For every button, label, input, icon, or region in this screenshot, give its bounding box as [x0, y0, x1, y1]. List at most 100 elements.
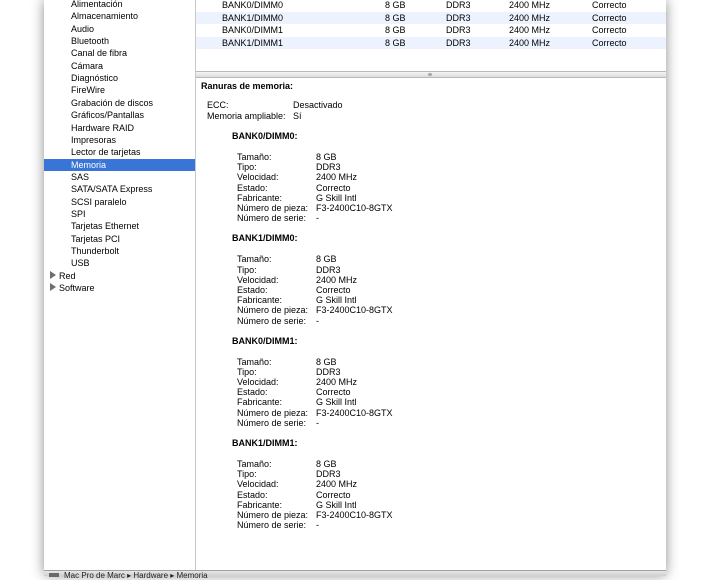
sidebar-item-sas[interactable]: SAS [44, 171, 195, 183]
slot-field-value: DDR3 [316, 366, 341, 377]
status-bar: Mac Pro de Marc ▸ Hardware ▸ Memoria [44, 570, 666, 580]
sidebar: Alimentación Almacenamiento Audio Bluetooth… [44, 0, 196, 570]
slot-name: BANK0/DIMM0: [232, 131, 298, 141]
slot-field-label: Velocidad: [237, 172, 279, 183]
sidebar-item-tarjetas-ethernet[interactable]: Tarjetas Ethernet [44, 220, 195, 232]
sidebar-item-almacenamiento[interactable]: Almacenamiento [44, 10, 195, 22]
slot-field-value: 8 GB [316, 254, 337, 265]
slot-field-value: F3-2400C10-8GTX [316, 203, 393, 213]
slot-field-value: - [316, 520, 319, 531]
slot-field-value: F3-2400C10-8GTX [316, 509, 393, 520]
sidebar-item-audio[interactable]: Audio [44, 23, 195, 35]
table-cell: Correcto [592, 0, 627, 10]
slot-field-label: Número de serie: [237, 213, 307, 224]
slot-field-value: DDR3 [316, 469, 341, 480]
upgradeable-label: Memoria ampliable: [207, 111, 286, 121]
sidebar-group-label: Software [59, 283, 95, 294]
slot-field-label: Tamaño: [237, 356, 272, 367]
slot-field-label: Velocidad: [237, 377, 279, 387]
table-cell: 8 GB [385, 0, 406, 10]
slot-field-label: Estado: [237, 387, 268, 398]
sidebar-group-red[interactable]: Red [44, 270, 76, 282]
sidebar-item-tarjetas-pci[interactable]: Tarjetas PCI [44, 233, 195, 245]
slot-field-label: Estado: [237, 182, 268, 193]
sidebar-group-software[interactable]: Software [44, 282, 95, 294]
slot-name: BANK0/DIMM1: [232, 335, 298, 346]
sidebar-item-scsi-paralelo[interactable]: SCSI paralelo [44, 196, 195, 208]
table-cell: BANK0/DIMM0 [222, 0, 284, 10]
table-row[interactable]: BANK1/DIMM0 8 GB DDR3 2400 MHz Correcto [196, 11, 666, 24]
table-cell: DDR3 [446, 0, 471, 10]
sidebar-item-grabaci-n-de-discos[interactable]: Grabación de discos [44, 97, 195, 109]
slot-field-value: DDR3 [316, 162, 341, 173]
slot-field-value: Correcto [316, 284, 351, 295]
slot-field-value: G Skill Intl [316, 192, 357, 203]
slot-field-label: Tipo: [237, 366, 257, 377]
table-cell: BANK1/DIMM1 [222, 37, 284, 48]
content-pane: BANK0/DIMM0 8 GB DDR3 2400 MHz Correcto BANK1… [196, 0, 666, 570]
slot-field-value: 2400 MHz [316, 377, 358, 387]
disclosure-triangle-icon[interactable] [50, 270, 56, 279]
sidebar-item-firewire[interactable]: FireWire [44, 84, 195, 96]
sidebar-item-memoria[interactable]: Memoria [44, 158, 195, 171]
slot-field-value: 2400 MHz [316, 172, 358, 183]
pane-splitter[interactable] [196, 71, 666, 78]
slot-field-label: Estado: [237, 489, 268, 500]
slot-field-value: 8 GB [316, 356, 337, 367]
sidebar-item-usb[interactable]: USB [44, 257, 195, 269]
sidebar-item-lector-de-tarjetas[interactable]: Lector de tarjetas [44, 146, 195, 158]
table-cell: BANK0/DIMM1 [222, 25, 284, 35]
slot-field-value: Correcto [316, 387, 351, 398]
table-cell: 2400 MHz [509, 25, 551, 35]
table-row[interactable]: BANK1/DIMM1 8 GB DDR3 2400 MHz Correcto [196, 36, 666, 49]
ecc-label: ECC: [207, 100, 229, 110]
slot-field-value: G Skill Intl [316, 397, 357, 408]
slot-field-value: 8 GB [316, 458, 337, 469]
table-cell: DDR3 [446, 12, 471, 23]
sidebar-item-impresoras[interactable]: Impresoras [44, 134, 195, 146]
table-cell: 8 GB [385, 25, 406, 35]
slot-field-label: Tamaño: [237, 254, 272, 265]
slot-field-value: 2400 MHz [316, 479, 358, 490]
slot-field-label: Velocidad: [237, 274, 279, 285]
sidebar-item-alimentaci-n[interactable]: Alimentación [44, 0, 195, 10]
detail-heading: Ranuras de memoria: [201, 81, 294, 91]
table-cell: 2400 MHz [509, 12, 551, 23]
sidebar-item-c-mara[interactable]: Cámara [44, 60, 195, 72]
slot-field-label: Tamaño: [237, 152, 272, 162]
splitter-grip-icon [428, 73, 432, 76]
slot-field-label: Tipo: [237, 264, 257, 275]
slot-field-value: - [316, 315, 319, 326]
disclosure-triangle-icon[interactable] [50, 283, 56, 292]
table-row[interactable]: BANK0/DIMM1 8 GB DDR3 2400 MHz Correcto [196, 24, 666, 37]
slot-field-label: Número de pieza: [237, 407, 309, 418]
sidebar-item-spi[interactable]: SPI [44, 208, 195, 220]
memory-detail: Ranuras de memoria: ECC: Desactivado Mem… [196, 78, 666, 570]
slot-field-label: Fabricante: [237, 397, 283, 408]
sidebar-item-sata-sata-express[interactable]: SATA/SATA Express [44, 183, 195, 195]
sidebar-item-canal-de-fibra[interactable]: Canal de fibra [44, 47, 195, 59]
slot-field-value: - [316, 417, 319, 428]
table-cell: 8 GB [385, 37, 406, 48]
slot-field-value: 2400 MHz [316, 274, 358, 285]
sidebar-item-thunderbolt[interactable]: Thunderbolt [44, 245, 195, 257]
table-cell: DDR3 [446, 37, 471, 48]
table-cell: 8 GB [385, 12, 406, 23]
status-path[interactable]: Mac Pro de Marc ▸ Hardware ▸ Memoria [64, 572, 208, 580]
slot-name: BANK1/DIMM1: [232, 437, 298, 448]
sidebar-item-gr-ficos-pantallas[interactable]: Gráficos/Pantallas [44, 109, 195, 121]
slot-field-label: Número de serie: [237, 417, 307, 428]
slot-field-value: Correcto [316, 182, 351, 193]
slot-field-label: Número de serie: [237, 315, 307, 326]
table-cell: Correcto [592, 37, 627, 48]
table-row[interactable]: BANK0/DIMM0 8 GB DDR3 2400 MHz Correcto [196, 0, 666, 12]
sidebar-item-diagn-stico[interactable]: Diagnóstico [44, 72, 195, 84]
slot-field-label: Estado: [237, 284, 268, 295]
slot-field-label: Velocidad: [237, 479, 279, 490]
sidebar-item-bluetooth[interactable]: Bluetooth [44, 35, 195, 47]
sidebar-item-hardware-raid[interactable]: Hardware RAID [44, 122, 195, 134]
ecc-value: Desactivado [293, 100, 343, 110]
slot-field-label: Fabricante: [237, 295, 283, 306]
slot-field-label: Tipo: [237, 469, 257, 480]
sidebar-group-label: Red [59, 270, 76, 281]
